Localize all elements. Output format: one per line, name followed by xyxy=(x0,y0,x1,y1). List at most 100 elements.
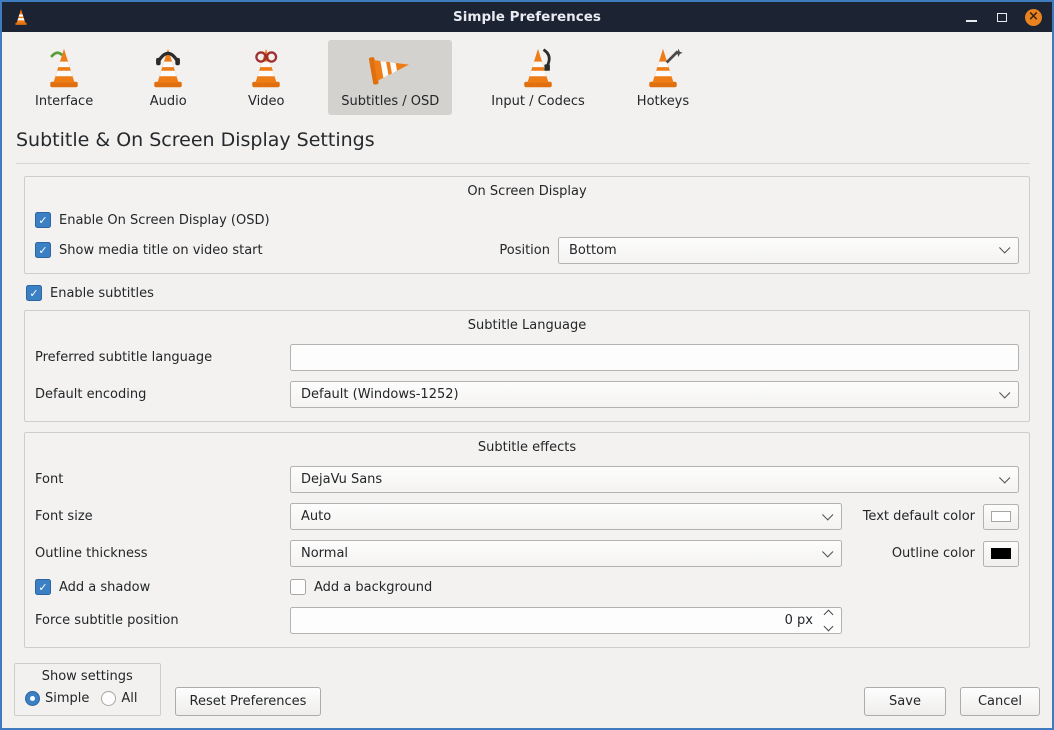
toolbar-item-audio[interactable]: Audio xyxy=(132,40,204,115)
add-background-group: Add a background xyxy=(290,579,432,595)
check-icon: ✓ xyxy=(38,582,47,593)
text-default-color-label: Text default color xyxy=(863,509,975,524)
toolbar-item-label: Interface xyxy=(35,94,93,109)
toolbar-item-label: Video xyxy=(248,94,284,109)
default-encoding-select[interactable]: Default (Windows-1252) xyxy=(290,381,1019,408)
force-subtitle-position-spinbox[interactable]: 0 px xyxy=(290,607,842,634)
font-size-value: Auto xyxy=(301,509,331,524)
vlc-icon xyxy=(12,8,30,26)
toolbar-item-label: Input / Codecs xyxy=(491,94,585,109)
toolbar-item-input-codecs[interactable]: Input / Codecs xyxy=(478,40,598,115)
cancel-button[interactable]: Cancel xyxy=(960,687,1040,716)
force-position-value: 0 px xyxy=(291,613,821,628)
enable-osd-row: ✓ Enable On Screen Display (OSD) xyxy=(35,205,1019,235)
restore-button[interactable] xyxy=(994,9,1010,25)
add-shadow-label: Add a shadow xyxy=(59,580,150,595)
preferred-language-input[interactable] xyxy=(290,344,1019,371)
close-icon: × xyxy=(1028,9,1039,24)
add-background-label: Add a background xyxy=(314,580,432,595)
hotkeys-icon xyxy=(640,45,686,91)
spin-up-icon[interactable] xyxy=(824,610,834,620)
font-size-label: Font size xyxy=(35,509,290,524)
subtitle-language-title: Subtitle Language xyxy=(35,315,1019,339)
font-size-select[interactable]: Auto xyxy=(290,503,842,530)
font-select[interactable]: DejaVu Sans xyxy=(290,466,1019,493)
outline-color-cluster: Outline color xyxy=(892,541,1019,567)
default-encoding-value: Default (Windows-1252) xyxy=(301,387,459,402)
osd-group-title: On Screen Display xyxy=(35,181,1019,205)
toolbar-item-hotkeys[interactable]: Hotkeys xyxy=(624,40,702,115)
enable-osd-checkbox[interactable]: ✓ xyxy=(35,212,51,228)
font-size-row: Font size Auto Text default color xyxy=(35,498,1019,535)
radio-all[interactable] xyxy=(101,691,116,706)
footer: Show settings Simple All Reset Preferenc… xyxy=(2,655,1052,728)
subtitle-language-group: Subtitle Language Preferred subtitle lan… xyxy=(24,310,1030,422)
toolbar-item-interface[interactable]: Interface xyxy=(22,40,106,115)
close-button[interactable]: × xyxy=(1025,9,1042,26)
outline-color-swatch xyxy=(991,548,1011,559)
font-row: Font DejaVu Sans xyxy=(35,461,1019,498)
chevron-down-icon xyxy=(999,472,1010,483)
audio-icon xyxy=(145,45,191,91)
show-settings-options: Simple All xyxy=(25,691,150,706)
check-icon: ✓ xyxy=(38,215,47,226)
text-color-cluster: Text default color xyxy=(863,504,1019,530)
position-select[interactable]: Bottom xyxy=(558,237,1019,264)
reset-preferences-button[interactable]: Reset Preferences xyxy=(175,687,322,716)
position-value: Bottom xyxy=(569,243,617,258)
position-label: Position xyxy=(499,243,550,258)
window-title: Simple Preferences xyxy=(2,9,1052,25)
toolbar-item-video[interactable]: Video xyxy=(230,40,302,115)
add-shadow-group: ✓ Add a shadow xyxy=(35,579,290,595)
check-icon: ✓ xyxy=(38,245,47,256)
subtitle-effects-title: Subtitle effects xyxy=(35,437,1019,461)
video-icon xyxy=(243,45,289,91)
force-position-row: Force subtitle position 0 px xyxy=(35,602,1019,639)
enable-subtitles-row: ✓ Enable subtitles xyxy=(26,280,1030,306)
show-media-title-checkbox[interactable]: ✓ xyxy=(35,242,51,258)
enable-subtitles-checkbox[interactable]: ✓ xyxy=(26,285,42,301)
show-media-title-label: Show media title on video start xyxy=(59,243,263,258)
radio-simple[interactable] xyxy=(25,691,40,706)
outline-color-label: Outline color xyxy=(892,546,975,561)
minimize-button[interactable] xyxy=(963,9,979,25)
enable-osd-label: Enable On Screen Display (OSD) xyxy=(59,213,270,228)
titlebar[interactable]: Simple Preferences × xyxy=(2,2,1052,32)
window-controls: × xyxy=(963,9,1042,26)
radio-dot-icon xyxy=(30,696,35,701)
subtitle-effects-group: Subtitle effects Font DejaVu Sans Font s… xyxy=(24,432,1030,648)
preferred-language-row: Preferred subtitle language xyxy=(35,339,1019,376)
outline-color-button[interactable] xyxy=(983,541,1019,567)
category-toolbar: Interface Audio xyxy=(2,32,1052,117)
add-shadow-checkbox[interactable]: ✓ xyxy=(35,579,51,595)
minimize-icon xyxy=(966,20,977,22)
page-head: Subtitle & On Screen Display Settings xyxy=(2,117,1052,164)
radio-all-label: All xyxy=(121,691,137,706)
text-default-color-button[interactable] xyxy=(983,504,1019,530)
chevron-down-icon xyxy=(999,387,1010,398)
enable-subtitles-label: Enable subtitles xyxy=(50,286,154,301)
page-title: Subtitle & On Screen Display Settings xyxy=(16,125,1030,164)
subtitles-osd-icon xyxy=(367,45,413,91)
check-icon: ✓ xyxy=(29,288,38,299)
show-settings-group: Show settings Simple All xyxy=(14,663,161,716)
toolbar-item-label: Hotkeys xyxy=(637,94,689,109)
outline-thickness-select[interactable]: Normal xyxy=(290,540,842,567)
force-position-label: Force subtitle position xyxy=(35,613,290,628)
spin-down-icon[interactable] xyxy=(824,622,834,632)
osd-group: On Screen Display ✓ Enable On Screen Dis… xyxy=(24,176,1030,274)
save-button[interactable]: Save xyxy=(864,687,946,716)
restore-icon xyxy=(997,13,1007,22)
outline-thickness-value: Normal xyxy=(301,546,348,561)
input-codecs-icon xyxy=(515,45,561,91)
add-background-checkbox[interactable] xyxy=(290,579,306,595)
text-default-color-swatch xyxy=(991,511,1011,522)
radio-simple-label: Simple xyxy=(45,691,89,706)
outline-thickness-label: Outline thickness xyxy=(35,546,290,561)
outline-thickness-row: Outline thickness Normal Outline color xyxy=(35,535,1019,572)
media-title-row: ✓ Show media title on video start Positi… xyxy=(35,235,1019,265)
interface-icon xyxy=(41,45,87,91)
toolbar-item-subtitles-osd[interactable]: Subtitles / OSD xyxy=(328,40,452,115)
preferred-language-label: Preferred subtitle language xyxy=(35,350,290,365)
default-encoding-label: Default encoding xyxy=(35,387,290,402)
